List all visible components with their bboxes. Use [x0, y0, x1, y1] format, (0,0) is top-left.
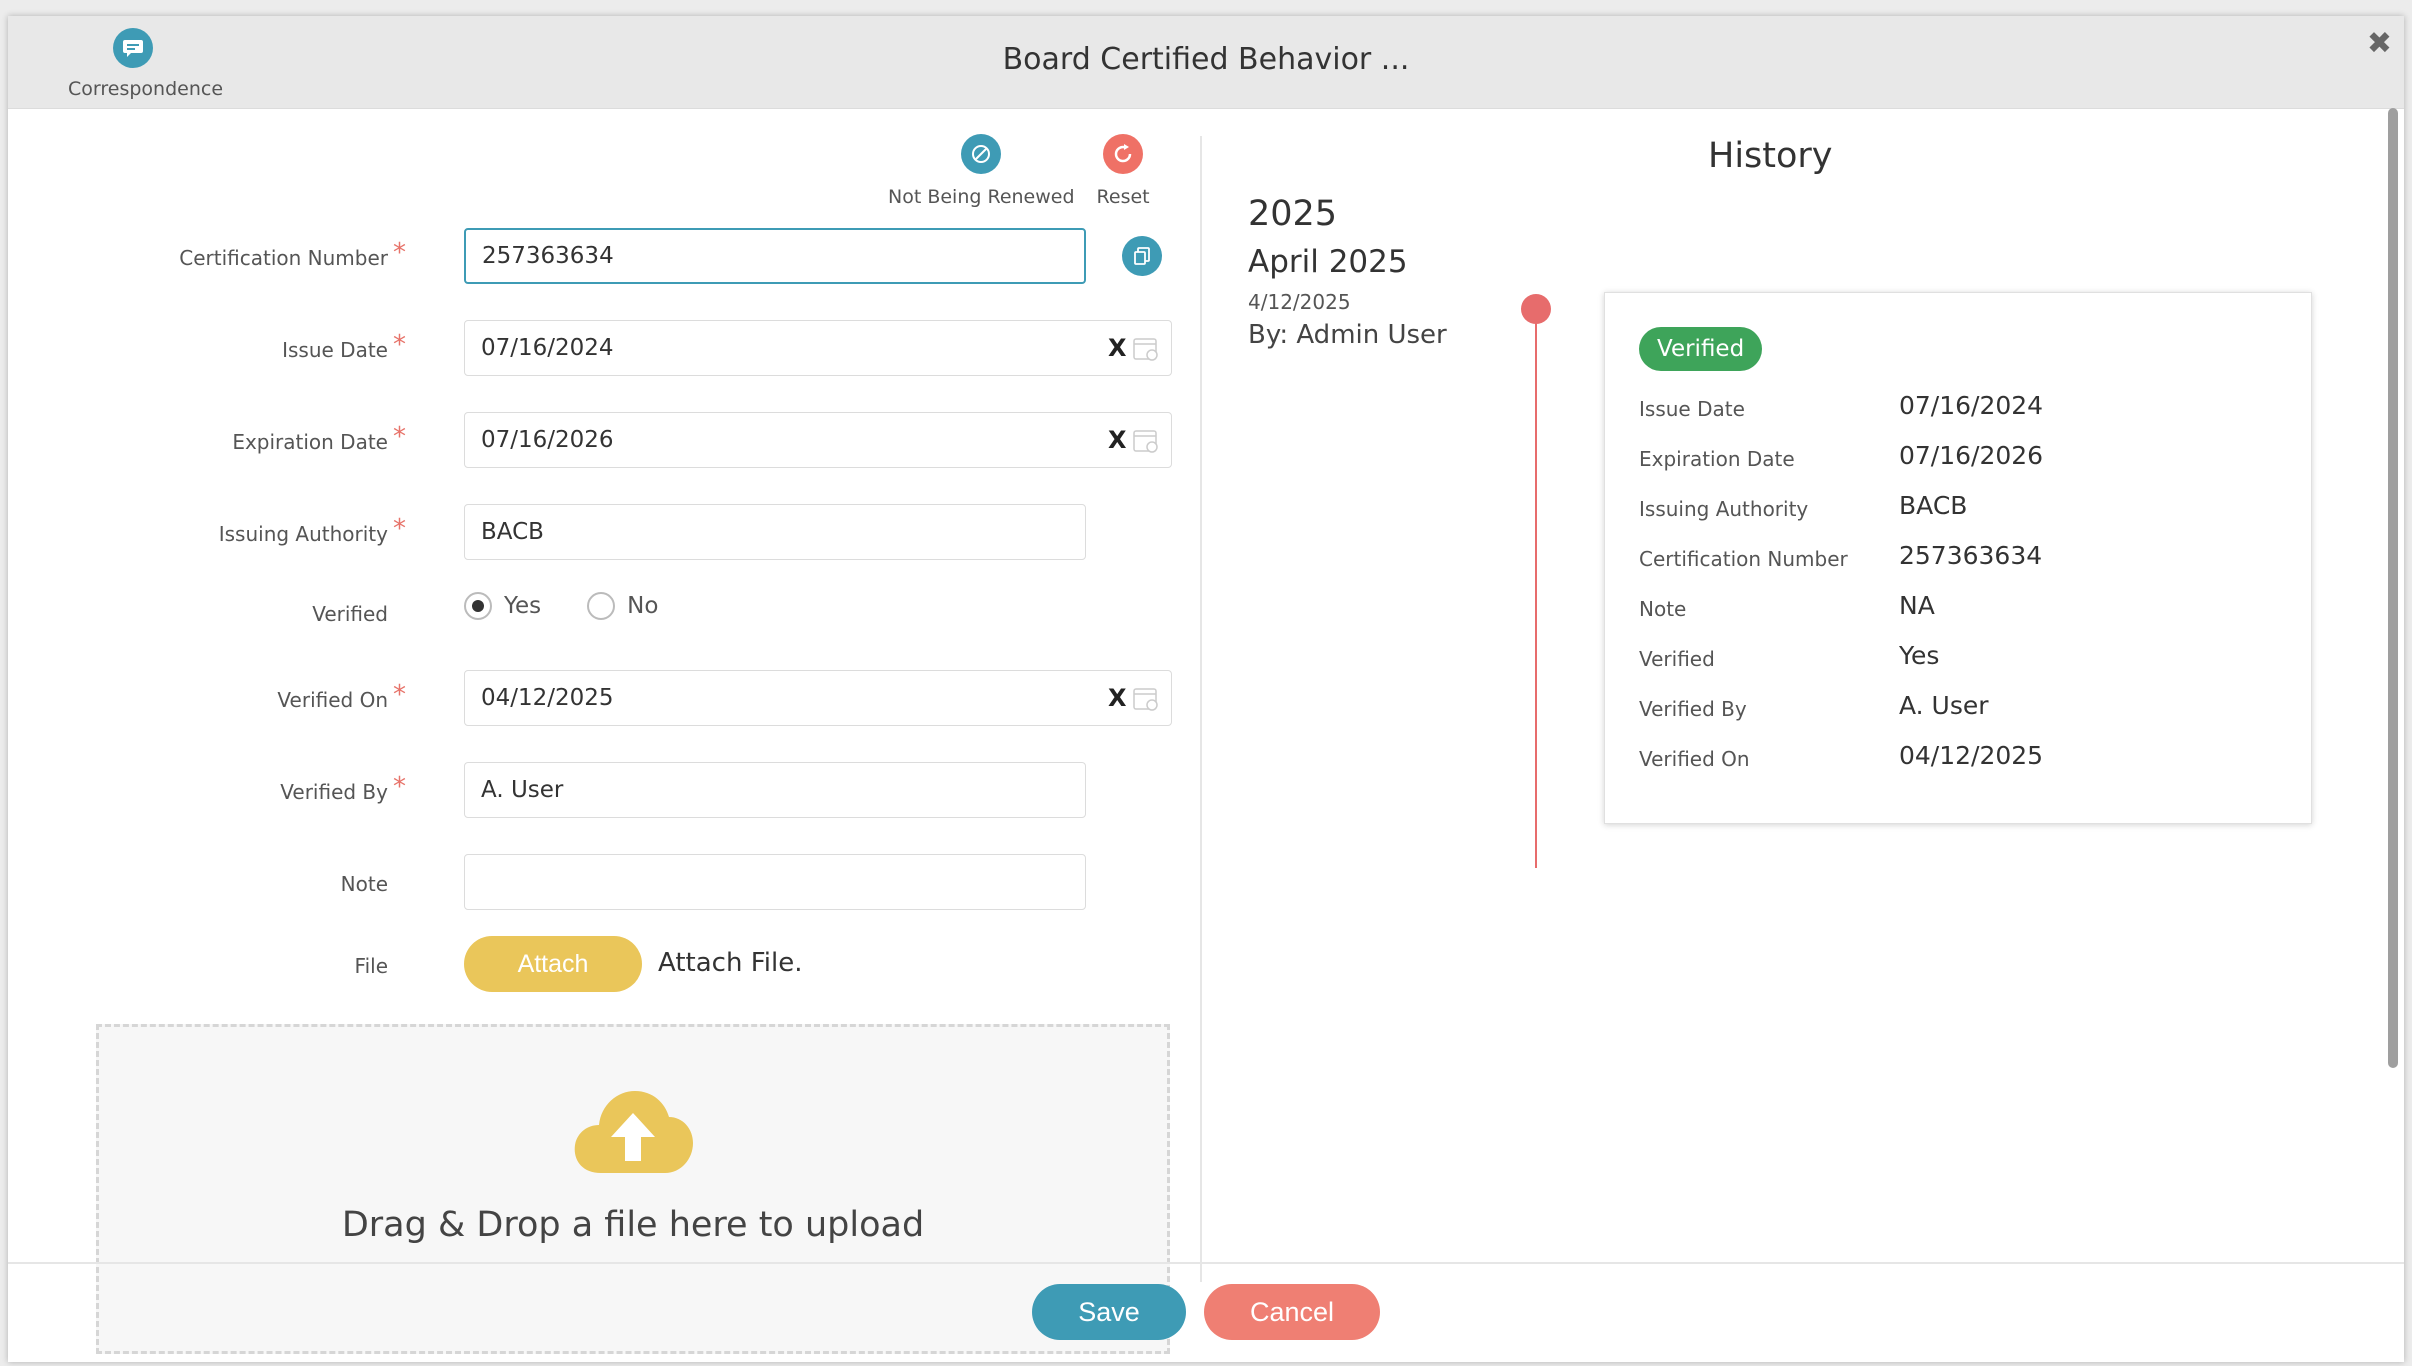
clear-issue-date-button[interactable]: X — [1108, 334, 1127, 362]
clear-verified-on-button[interactable]: X — [1108, 684, 1127, 712]
history-key: Verified On — [1639, 747, 1750, 771]
cloud-upload-icon — [574, 1091, 693, 1173]
history-row: Issuing Authority BACB — [1639, 489, 2289, 529]
column-divider — [1200, 136, 1202, 1282]
history-row: Verified By A. User — [1639, 689, 2289, 729]
required-marker: * — [393, 422, 406, 452]
history-row: Expiration Date 07/16/2026 — [1639, 439, 2289, 479]
history-value: BACB — [1899, 491, 1968, 520]
history-row: Certification Number 257363634 — [1639, 539, 2289, 579]
issue-date-label: Issue Date — [282, 338, 388, 362]
ban-icon — [961, 134, 1002, 174]
history-entry-card: Verified Issue Date 07/16/2024 Expiration… — [1604, 292, 2312, 824]
file-dropzone[interactable]: Drag & Drop a file here to upload — [96, 1024, 1170, 1354]
history-row: Note NA — [1639, 589, 2289, 629]
not-being-renewed-label: Not Being Renewed — [888, 186, 1075, 208]
scrollbar[interactable] — [2388, 108, 2398, 1068]
refresh-icon — [1103, 134, 1144, 174]
attach-button[interactable]: Attach — [464, 936, 642, 992]
verified-radio-group: Yes No — [464, 592, 658, 620]
expiration-date-input[interactable]: 07/16/2026 — [464, 412, 1172, 468]
required-marker: * — [393, 680, 406, 710]
verified-by-input[interactable]: A. User — [464, 762, 1086, 818]
history-date: 4/12/2025 — [1248, 290, 1351, 314]
history-key: Issue Date — [1639, 397, 1745, 421]
dropzone-text: Drag & Drop a file here to upload — [341, 1205, 925, 1245]
radio-checked-icon — [464, 592, 492, 620]
calendar-icon[interactable] — [1132, 334, 1160, 362]
required-marker: * — [393, 330, 406, 360]
modal-header: Correspondence Board Certified Behavior … — [8, 16, 2404, 109]
required-marker: * — [393, 772, 406, 802]
note-label: Note — [340, 872, 388, 896]
history-key: Verified — [1639, 647, 1715, 671]
history-key: Verified By — [1639, 697, 1747, 721]
attach-file-text: Attach File. — [658, 948, 803, 978]
reset-label: Reset — [1096, 186, 1150, 208]
verified-on-input[interactable]: 04/12/2025 — [464, 670, 1172, 726]
verified-no-label: No — [627, 593, 659, 619]
required-marker: * — [393, 238, 406, 268]
certification-modal: Correspondence Board Certified Behavior … — [8, 16, 2404, 1362]
close-icon[interactable]: ✖ — [2367, 26, 2392, 61]
history-month: April 2025 — [1248, 244, 1408, 280]
issuing-authority-input[interactable]: BACB — [464, 504, 1086, 560]
verified-yes-label: Yes — [504, 593, 542, 619]
certification-number-input[interactable]: 257363634 — [464, 228, 1086, 284]
history-value: NA — [1899, 591, 1935, 620]
modal-title: Board Certified Behavior ... — [1002, 42, 1410, 77]
not-being-renewed-button[interactable]: Not Being Renewed — [888, 134, 1075, 208]
history-value: 07/16/2024 — [1899, 391, 2044, 420]
history-value: 257363634 — [1899, 541, 2043, 570]
history-year: 2025 — [1248, 194, 1338, 234]
verified-on-label: Verified On — [277, 688, 388, 712]
footer-divider — [8, 1262, 2404, 1264]
correspondence-label: Correspondence — [68, 78, 224, 100]
history-row: Verified On 04/12/2025 — [1639, 739, 2289, 779]
radio-unchecked-icon — [587, 592, 616, 620]
file-label: File — [354, 954, 388, 978]
reset-button[interactable]: Reset — [1097, 134, 1150, 208]
issuing-authority-label: Issuing Authority — [218, 522, 388, 546]
verified-yes-radio[interactable]: Yes — [464, 592, 541, 620]
issue-date-input[interactable]: 07/16/2024 — [464, 320, 1172, 376]
timeline-dot — [1521, 294, 1551, 324]
save-button[interactable]: Save — [1032, 1284, 1186, 1340]
expiration-date-label: Expiration Date — [232, 430, 388, 454]
top-actions: Not Being Renewed Reset — [888, 134, 1150, 208]
history-value: 04/12/2025 — [1899, 741, 2044, 770]
copy-icon[interactable] — [1122, 236, 1162, 276]
cancel-button[interactable]: Cancel — [1204, 1284, 1380, 1340]
timeline-line — [1535, 308, 1537, 868]
history-value: Yes — [1899, 641, 1940, 670]
calendar-icon[interactable] — [1132, 684, 1160, 712]
status-badge: Verified — [1639, 327, 1763, 371]
history-row: Verified Yes — [1639, 639, 2289, 679]
verified-by-label: Verified By — [280, 780, 388, 804]
calendar-icon[interactable] — [1132, 426, 1160, 454]
history-key: Certification Number — [1639, 547, 1848, 571]
history-key: Expiration Date — [1639, 447, 1795, 471]
certification-number-label: Certification Number — [179, 246, 388, 270]
history-value: 07/16/2026 — [1899, 441, 2044, 470]
required-marker: * — [393, 514, 406, 544]
history-author: By: Admin User — [1248, 320, 1447, 350]
clear-expiration-date-button[interactable]: X — [1108, 426, 1127, 454]
history-value: A. User — [1899, 691, 1989, 720]
history-key: Note — [1639, 597, 1687, 621]
verified-no-radio[interactable]: No — [587, 592, 658, 620]
verified-label: Verified — [312, 602, 388, 626]
history-title: History — [1708, 136, 1833, 176]
history-key: Issuing Authority — [1639, 497, 1809, 521]
note-input[interactable] — [464, 854, 1086, 910]
history-row: Issue Date 07/16/2024 — [1639, 389, 2289, 429]
